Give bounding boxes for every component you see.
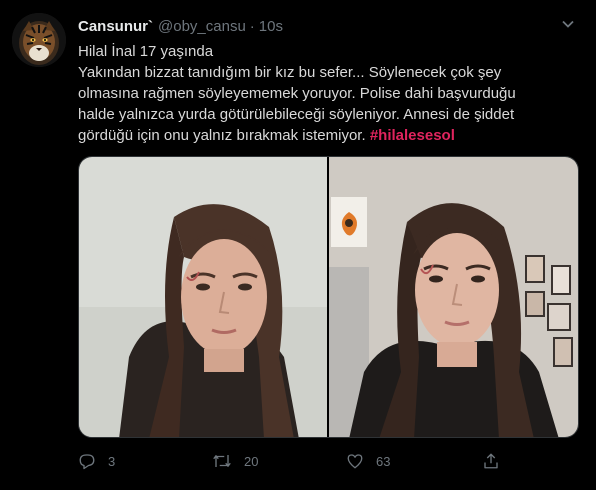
tweet-text-line: Hilal İnal 17 yaşında [78, 43, 214, 60]
retweet-button[interactable]: 20 [212, 448, 258, 474]
reply-button[interactable]: 3 [78, 448, 115, 474]
hashtag-link[interactable]: #hilalesesol [370, 127, 455, 144]
tweet-actions: 3 20 63 [78, 448, 518, 474]
tweet-text-line: halde yalnızca yurda götürülebileceği sö… [78, 106, 515, 123]
photo-portrait-1 [79, 157, 327, 437]
tweet-text: Hilal İnal 17 yaşında Yakından bizzat ta… [78, 41, 583, 146]
photo-2[interactable] [329, 157, 578, 437]
avatar[interactable] [12, 13, 66, 67]
tweet-header: Cansunur` @oby_cansu · 10s [78, 16, 283, 36]
reply-count: 3 [108, 453, 116, 469]
share-button[interactable] [482, 448, 512, 474]
chevron-down-icon [562, 20, 574, 28]
share-icon [484, 453, 498, 469]
reply-icon [79, 454, 95, 470]
tweet-text-line: gördüğü için onu yalnız bırakmak istemiy… [78, 125, 583, 146]
tweet: Cansunur` @oby_cansu · 10s Hilal İnal 17… [0, 0, 596, 490]
tweet-text-line: olmasına rağmen söyleyememek yoruyor. Po… [78, 85, 516, 102]
tweet-text-line: Yakından bizzat tanıdığım bir kız bu sef… [78, 64, 502, 81]
separator: · [249, 17, 255, 35]
media-grid [78, 156, 579, 438]
tweet-timestamp[interactable]: 10s [259, 18, 283, 35]
like-count: 63 [376, 453, 391, 469]
more-options-button[interactable] [556, 14, 580, 34]
photo-portrait-2 [329, 157, 578, 437]
user-handle[interactable]: @oby_cansu [158, 18, 246, 35]
heart-icon [347, 454, 363, 469]
retweet-count: 20 [244, 453, 259, 469]
tiger-avatar [12, 13, 66, 67]
display-name[interactable]: Cansunur` [78, 18, 153, 35]
retweet-icon [213, 455, 231, 467]
like-button[interactable]: 63 [346, 448, 390, 474]
photo-1[interactable] [79, 157, 327, 437]
wall-poster [331, 197, 367, 247]
tweet-text-segment: gördüğü için onu yalnız bırakmak istemiy… [78, 127, 366, 144]
